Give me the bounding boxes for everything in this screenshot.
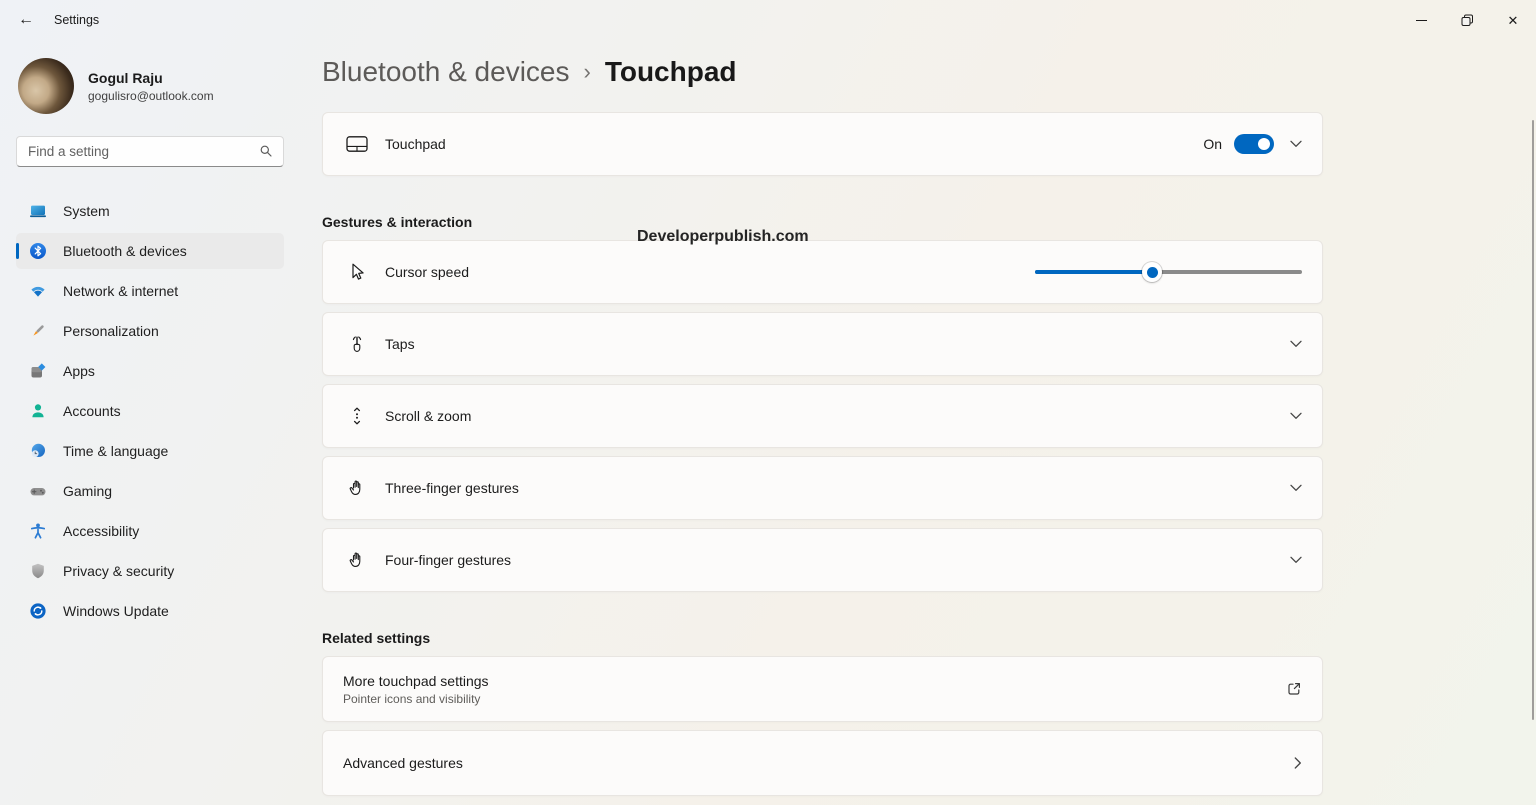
bluetooth-icon bbox=[29, 242, 47, 260]
app-title: Settings bbox=[54, 13, 99, 27]
back-button[interactable]: ← bbox=[10, 4, 42, 36]
advanced-gestures-label: Advanced gestures bbox=[343, 755, 463, 771]
sidebar-item-network-internet[interactable]: Network & internet bbox=[16, 273, 284, 309]
sidebar-item-label: Windows Update bbox=[63, 603, 169, 619]
sidebar-item-label: System bbox=[63, 203, 110, 219]
section-header-gestures: Gestures & interaction bbox=[322, 214, 1323, 230]
sidebar: Gogul Raju gogulisro@outlook.com System bbox=[0, 40, 300, 805]
cursor-icon bbox=[345, 262, 369, 282]
titlebar: ← Settings ✕ bbox=[0, 0, 1536, 40]
sidebar-item-label: Bluetooth & devices bbox=[63, 243, 187, 259]
back-arrow-icon: ← bbox=[18, 11, 34, 29]
more-settings-title: More touchpad settings bbox=[343, 673, 489, 689]
sidebar-item-privacy-security[interactable]: Privacy & security bbox=[16, 553, 284, 589]
touchpad-label: Touchpad bbox=[385, 136, 446, 152]
personalization-icon bbox=[29, 322, 47, 340]
breadcrumb: Bluetooth & devices › Touchpad bbox=[322, 56, 1323, 98]
sidebar-item-label: Time & language bbox=[63, 443, 168, 459]
close-icon: ✕ bbox=[1508, 14, 1519, 27]
sidebar-item-time-language[interactable]: Time & language bbox=[16, 433, 284, 469]
section-header-related: Related settings bbox=[322, 630, 1323, 646]
watermark-text: Developerpublish.com bbox=[637, 228, 809, 246]
external-link-icon bbox=[1286, 681, 1302, 697]
touchpad-toggle-card[interactable]: Touchpad On bbox=[322, 112, 1323, 176]
accounts-icon bbox=[29, 402, 47, 420]
chevron-down-icon[interactable] bbox=[1290, 340, 1302, 348]
taps-card[interactable]: Taps bbox=[322, 312, 1323, 376]
restore-button[interactable] bbox=[1444, 0, 1490, 40]
tap-icon bbox=[345, 334, 369, 354]
cursor-speed-label: Cursor speed bbox=[385, 264, 469, 280]
accessibility-icon bbox=[29, 522, 47, 540]
sidebar-item-accessibility[interactable]: Accessibility bbox=[16, 513, 284, 549]
minimize-icon bbox=[1416, 20, 1427, 21]
sidebar-item-bluetooth-devices[interactable]: Bluetooth & devices bbox=[16, 233, 284, 269]
selection-indicator bbox=[16, 243, 19, 259]
four-finger-label: Four-finger gestures bbox=[385, 552, 511, 568]
windows-update-icon bbox=[29, 602, 47, 620]
time-language-icon bbox=[29, 442, 47, 460]
sidebar-item-label: Accessibility bbox=[63, 523, 139, 539]
page-title: Touchpad bbox=[605, 56, 737, 88]
sidebar-item-apps[interactable]: Apps bbox=[16, 353, 284, 389]
taps-label: Taps bbox=[385, 336, 415, 352]
sidebar-item-personalization[interactable]: Personalization bbox=[16, 313, 284, 349]
apps-icon bbox=[29, 362, 47, 380]
chevron-down-icon[interactable] bbox=[1290, 556, 1302, 564]
sidebar-item-label: Personalization bbox=[63, 323, 159, 339]
breadcrumb-separator-icon: › bbox=[584, 59, 591, 85]
chevron-down-icon[interactable] bbox=[1290, 484, 1302, 492]
sidebar-item-windows-update[interactable]: Windows Update bbox=[16, 593, 284, 629]
slider-fill bbox=[1035, 270, 1152, 274]
slider-knob[interactable] bbox=[1142, 262, 1162, 282]
profile-email: gogulisro@outlook.com bbox=[88, 89, 214, 103]
toggle-state-label: On bbox=[1203, 136, 1222, 152]
profile-name: Gogul Raju bbox=[88, 70, 214, 86]
search-box bbox=[16, 136, 284, 167]
close-button[interactable]: ✕ bbox=[1490, 0, 1536, 40]
more-touchpad-settings-card[interactable]: More touchpad settings Pointer icons and… bbox=[322, 656, 1323, 722]
profile-card[interactable]: Gogul Raju gogulisro@outlook.com bbox=[18, 58, 284, 114]
scrollbar-thumb[interactable] bbox=[1532, 120, 1535, 720]
three-finger-label: Three-finger gestures bbox=[385, 480, 519, 496]
sidebar-item-label: Network & internet bbox=[63, 283, 178, 299]
privacy-icon bbox=[29, 562, 47, 580]
breadcrumb-parent[interactable]: Bluetooth & devices bbox=[322, 56, 570, 88]
sidebar-item-label: Privacy & security bbox=[63, 563, 174, 579]
network-icon bbox=[29, 282, 47, 300]
cursor-speed-slider[interactable] bbox=[1035, 262, 1302, 282]
chevron-right-icon bbox=[1294, 757, 1302, 769]
hand-icon bbox=[345, 478, 369, 498]
toggle-knob bbox=[1258, 138, 1270, 150]
more-settings-subtitle: Pointer icons and visibility bbox=[343, 692, 489, 706]
sidebar-item-label: Gaming bbox=[63, 483, 112, 499]
scroll-zoom-card[interactable]: Scroll & zoom bbox=[322, 384, 1323, 448]
gaming-icon bbox=[29, 482, 47, 500]
avatar bbox=[18, 58, 74, 114]
scroll-zoom-label: Scroll & zoom bbox=[385, 408, 471, 424]
main-panel: Developerpublish.com Bluetooth & devices… bbox=[300, 40, 1536, 805]
sidebar-item-label: Accounts bbox=[63, 403, 121, 419]
window-controls: ✕ bbox=[1398, 0, 1536, 40]
touchpad-icon bbox=[345, 134, 369, 154]
system-icon bbox=[29, 202, 47, 220]
touchpad-toggle[interactable] bbox=[1234, 134, 1274, 154]
minimize-button[interactable] bbox=[1398, 0, 1444, 40]
scroll-icon bbox=[345, 406, 369, 426]
sidebar-item-system[interactable]: System bbox=[16, 193, 284, 229]
advanced-gestures-card[interactable]: Advanced gestures bbox=[322, 730, 1323, 796]
four-finger-gestures-card[interactable]: Four-finger gestures bbox=[322, 528, 1323, 592]
sidebar-item-label: Apps bbox=[63, 363, 95, 379]
sidebar-item-gaming[interactable]: Gaming bbox=[16, 473, 284, 509]
search-input[interactable] bbox=[16, 136, 284, 167]
hand-icon bbox=[345, 550, 369, 570]
search-icon bbox=[258, 143, 274, 164]
cursor-speed-card: Cursor speed bbox=[322, 240, 1323, 304]
sidebar-nav: System Bluetooth & devices Network & int… bbox=[16, 193, 284, 629]
chevron-down-icon[interactable] bbox=[1290, 140, 1302, 148]
restore-icon bbox=[1461, 14, 1474, 27]
chevron-down-icon[interactable] bbox=[1290, 412, 1302, 420]
three-finger-gestures-card[interactable]: Three-finger gestures bbox=[322, 456, 1323, 520]
sidebar-item-accounts[interactable]: Accounts bbox=[16, 393, 284, 429]
